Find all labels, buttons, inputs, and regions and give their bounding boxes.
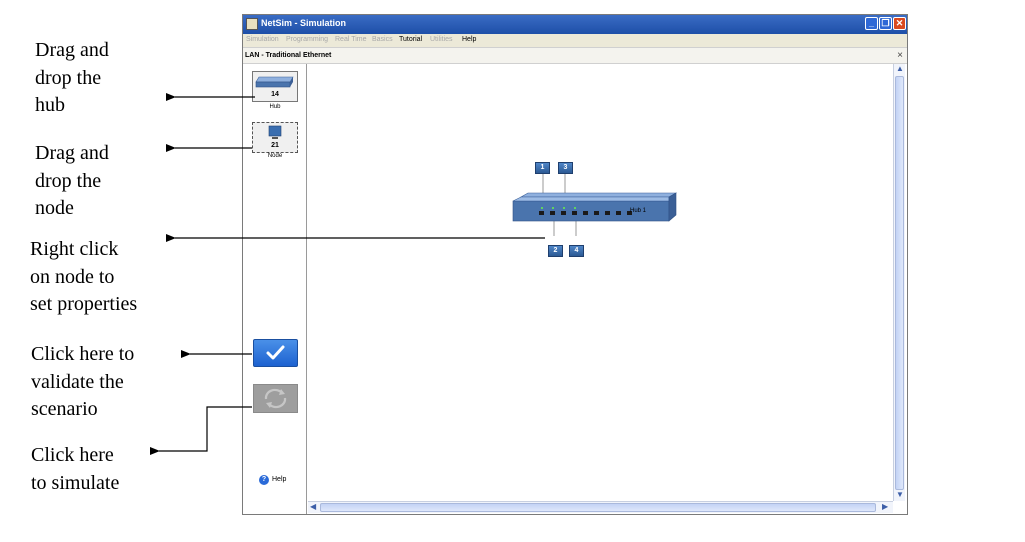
callout-arrows: [150, 93, 545, 455]
arrow-simulate: [150, 406, 252, 455]
